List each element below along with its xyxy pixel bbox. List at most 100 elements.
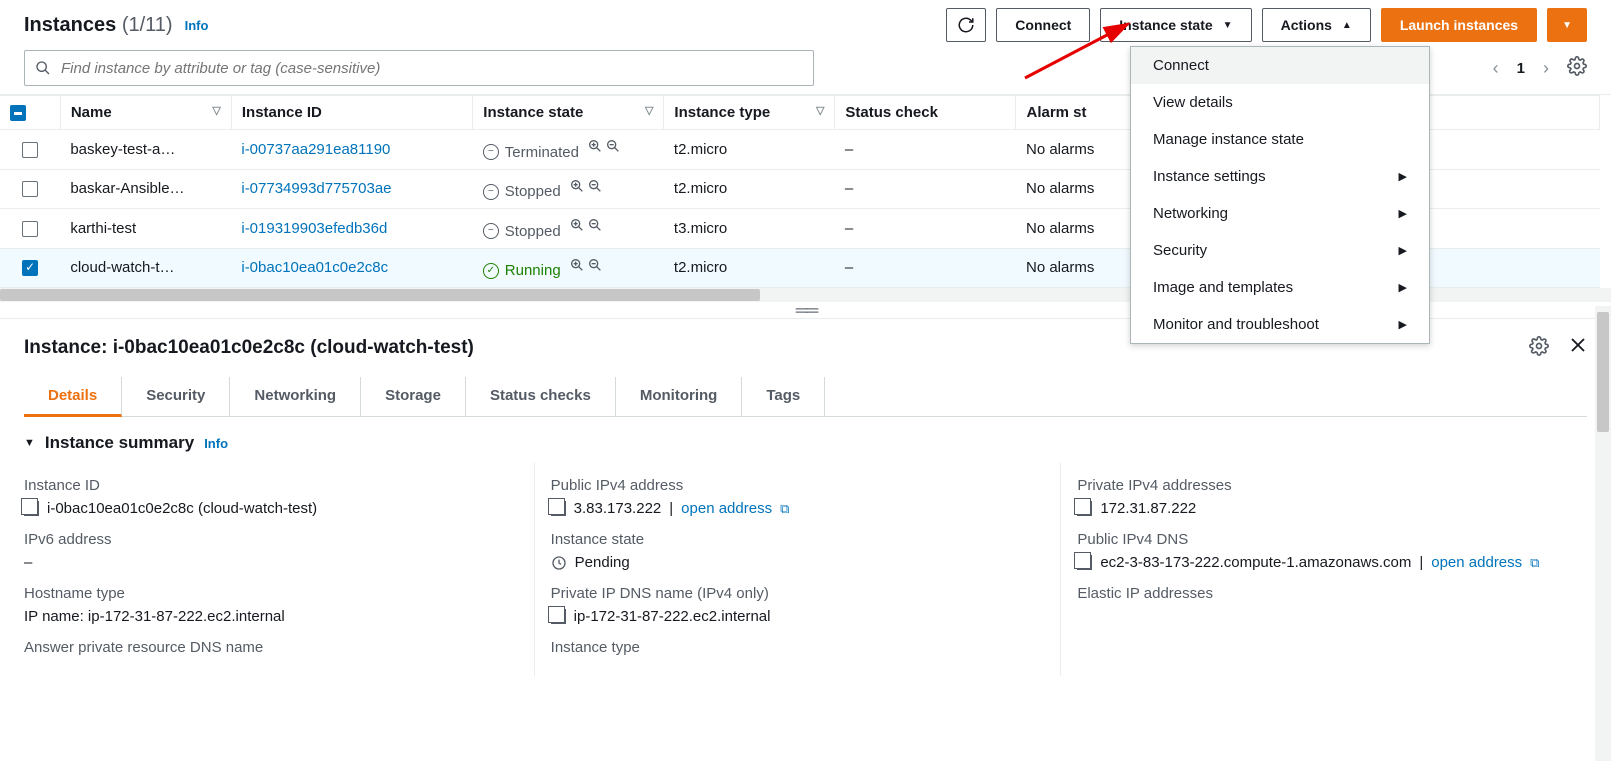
public-ipv4-text: 3.83.173.222: [574, 500, 662, 517]
refresh-icon: [957, 16, 975, 34]
copy-icon[interactable]: [1077, 555, 1092, 570]
field-ipv6-value: –: [24, 554, 518, 571]
tab-storage[interactable]: Storage: [361, 377, 466, 416]
col-header-status[interactable]: Status check: [835, 96, 1016, 130]
header-checkbox[interactable]: [10, 105, 26, 121]
instance-id-link[interactable]: i-00737aa291ea81190: [241, 141, 390, 158]
instance-id-link[interactable]: i-0bac10ea01c0e2c8c: [241, 259, 388, 276]
details-settings-button[interactable]: [1529, 336, 1549, 361]
settings-button[interactable]: [1567, 56, 1587, 80]
cell-status: –: [835, 169, 1016, 209]
row-checkbox[interactable]: [22, 181, 38, 197]
scrollbar-thumb[interactable]: [0, 289, 760, 301]
copy-icon[interactable]: [551, 609, 566, 624]
field-public-ipv4-label: Public IPv4 address: [551, 477, 1045, 494]
details-close-button[interactable]: [1569, 336, 1587, 361]
tab-status-checks[interactable]: Status checks: [466, 377, 616, 416]
actions-menu-item-security[interactable]: Security▶: [1131, 232, 1429, 269]
open-address-link-2[interactable]: open address: [1431, 554, 1522, 571]
tab-security[interactable]: Security: [122, 377, 230, 416]
field-ipv6-label: IPv6 address: [24, 531, 518, 548]
field-instance-type-label: Instance type: [551, 639, 1045, 656]
details-header-actions: [1529, 336, 1587, 361]
external-link-icon: ⧉: [780, 501, 789, 517]
pager-next[interactable]: ›: [1543, 58, 1549, 79]
instance-state-button[interactable]: Instance state ▼: [1100, 8, 1251, 42]
refresh-button[interactable]: [946, 8, 986, 42]
copy-icon[interactable]: [551, 501, 566, 516]
instance-id-text: i-0bac10ea01c0e2c8c (cloud-watch-test): [47, 500, 317, 517]
title-text: Instances: [24, 14, 116, 36]
actions-label: Actions: [1281, 17, 1332, 33]
tab-details[interactable]: Details: [24, 377, 122, 417]
instance-state-label: Instance state: [1119, 17, 1212, 33]
actions-menu-item-instance-settings[interactable]: Instance settings▶: [1131, 158, 1429, 195]
instance-id-link[interactable]: i-019319903efedb36d: [241, 220, 387, 237]
close-icon: [1569, 336, 1587, 354]
state-filter-icons[interactable]: [569, 178, 603, 194]
state-icon: −: [483, 223, 499, 239]
actions-menu-item-monitor-and-troubleshoot[interactable]: Monitor and troubleshoot▶: [1131, 306, 1429, 343]
copy-icon[interactable]: [1077, 501, 1092, 516]
state-filter-icons[interactable]: [587, 138, 621, 154]
state-filter-icons[interactable]: [569, 217, 603, 233]
launch-dropdown-button[interactable]: ▼: [1547, 8, 1587, 42]
field-public-dns-label: Public IPv4 DNS: [1077, 531, 1571, 548]
col-header-check[interactable]: [0, 96, 60, 130]
info-link[interactable]: Info: [185, 18, 209, 33]
row-checkbox[interactable]: [22, 260, 38, 276]
launch-label: Launch instances: [1400, 17, 1518, 33]
private-dns-text: ip-172-31-87-222.ec2.internal: [574, 608, 771, 625]
cell-name: karthi-test: [60, 209, 231, 249]
launch-instances-button[interactable]: Launch instances: [1381, 8, 1537, 42]
col-header-type[interactable]: Instance type▽: [664, 96, 835, 130]
instance-id-link[interactable]: i-07734993d775703ae: [241, 180, 391, 197]
summary-col-3: Private IPv4 addresses 172.31.87.222 Pub…: [1060, 463, 1587, 676]
actions-menu-item-connect[interactable]: Connect: [1131, 47, 1429, 84]
summary-header[interactable]: ▼ Instance summary Info: [24, 417, 1587, 463]
actions-menu-item-manage-instance-state[interactable]: Manage instance state: [1131, 121, 1429, 158]
col-status-label: Status check: [845, 104, 938, 121]
row-checkbox[interactable]: [22, 142, 38, 158]
state-filter-icons[interactable]: [569, 257, 603, 273]
search-icon: [35, 60, 51, 76]
actions-menu-item-image-and-templates[interactable]: Image and templates▶: [1131, 269, 1429, 306]
tab-tags[interactable]: Tags: [742, 377, 825, 416]
actions-menu-item-view-details[interactable]: View details: [1131, 84, 1429, 121]
cell-type: t2.micro: [664, 248, 835, 288]
col-header-name[interactable]: Name▽: [60, 96, 231, 130]
sep: |: [1419, 554, 1423, 571]
tab-networking[interactable]: Networking: [230, 377, 361, 416]
state-badge: − Stopped: [483, 183, 561, 200]
actions-menu: Connect View detailsManage instance state…: [1130, 46, 1430, 344]
field-elastic-ip-label: Elastic IP addresses: [1077, 585, 1571, 602]
row-checkbox[interactable]: [22, 221, 38, 237]
field-private-ipv4-label: Private IPv4 addresses: [1077, 477, 1571, 494]
copy-icon[interactable]: [24, 501, 39, 516]
search-input[interactable]: [59, 59, 803, 78]
col-header-state[interactable]: Instance state▽: [473, 96, 664, 130]
menu-item-label: Connect: [1153, 57, 1209, 74]
sep: |: [669, 500, 673, 517]
connect-button[interactable]: Connect: [996, 8, 1090, 42]
open-address-link[interactable]: open address: [681, 500, 772, 517]
col-header-id[interactable]: Instance ID: [231, 96, 472, 130]
instance-state-text: Pending: [575, 554, 630, 571]
summary-info-link[interactable]: Info: [204, 436, 228, 451]
summary-columns: Instance ID i-0bac10ea01c0e2c8c (cloud-w…: [24, 463, 1587, 676]
pager-page: 1: [1517, 60, 1525, 77]
vertical-scrollbar[interactable]: [1595, 306, 1611, 761]
summary-col-1: Instance ID i-0bac10ea01c0e2c8c (cloud-w…: [24, 463, 534, 676]
pager-prev[interactable]: ‹: [1493, 58, 1499, 79]
sort-icon: ▽: [645, 104, 653, 117]
search-box[interactable]: [24, 50, 814, 86]
actions-menu-item-networking[interactable]: Networking▶: [1131, 195, 1429, 232]
cell-type: t2.micro: [664, 169, 835, 209]
menu-item-label: Networking: [1153, 205, 1228, 222]
actions-button[interactable]: Actions ▲: [1262, 8, 1371, 42]
tab-monitoring[interactable]: Monitoring: [616, 377, 742, 416]
menu-item-label: Instance settings: [1153, 168, 1266, 185]
page-title: Instances (1/11): [24, 14, 173, 37]
state-badge: ✓ Running: [483, 262, 561, 279]
scrollbar-thumb[interactable]: [1597, 312, 1609, 432]
